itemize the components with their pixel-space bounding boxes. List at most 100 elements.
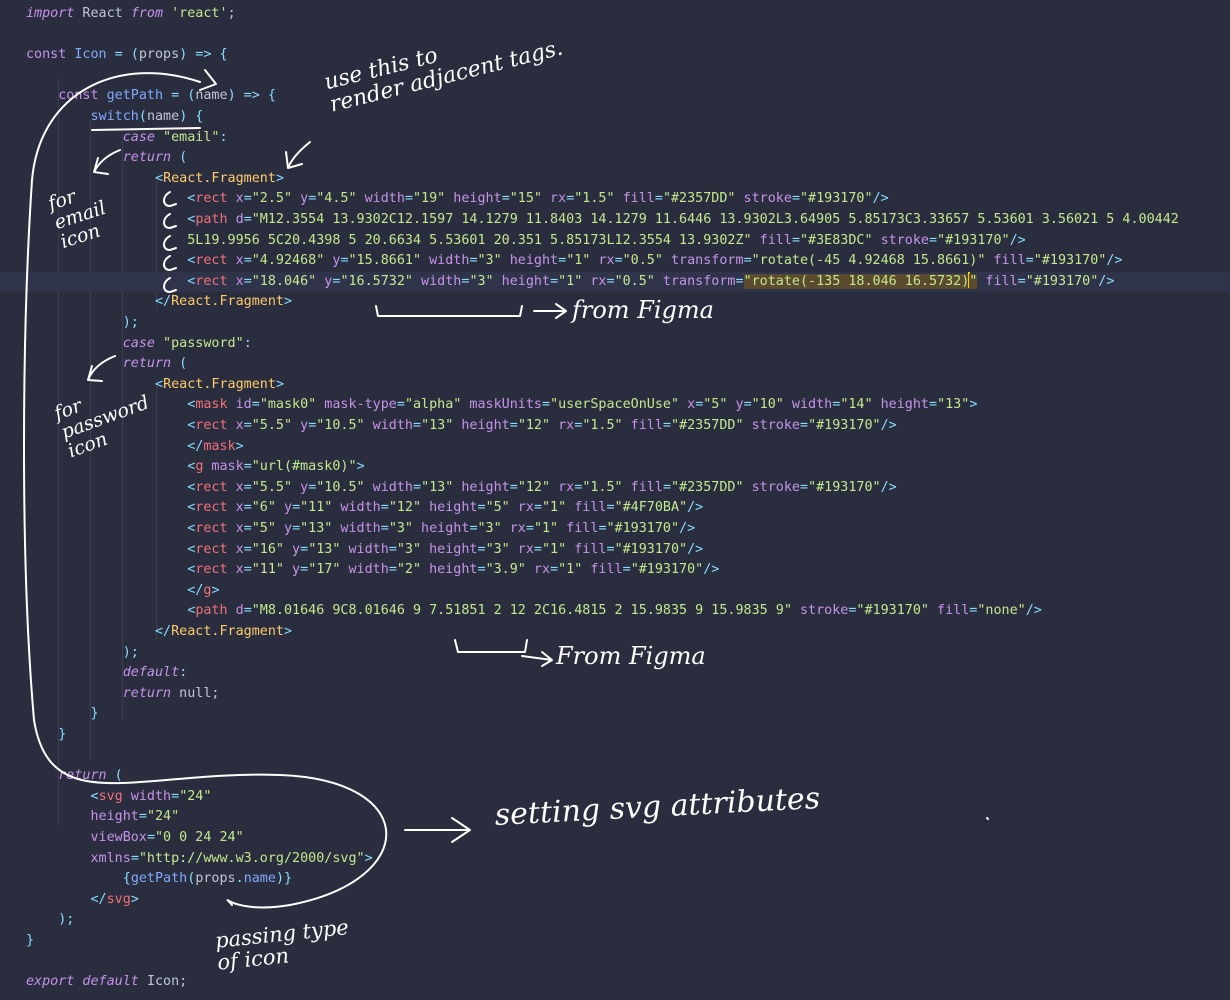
code-token: = xyxy=(340,253,349,269)
code-line[interactable]: <g mask="url(#mask0)"> xyxy=(0,457,1230,478)
code-token: ); xyxy=(58,912,75,928)
code-token: height xyxy=(453,479,510,495)
code-token: x xyxy=(227,541,244,557)
code-token: > xyxy=(284,624,293,639)
code-line[interactable]: <mask id="mask0" mask-type="alpha" maskU… xyxy=(0,395,1230,416)
code-line[interactable]: } xyxy=(0,931,1230,952)
code-line[interactable]: export default Icon; xyxy=(0,972,1230,993)
code-token: = xyxy=(614,253,623,269)
code-token: switch xyxy=(90,109,139,124)
code-token: ) xyxy=(227,88,236,104)
code-token: d xyxy=(227,212,244,227)
code-line[interactable]: import React from 'react'; xyxy=(0,4,1230,25)
code-line[interactable]: <rect x="11" y="17" width="2" height="3.… xyxy=(0,560,1230,581)
code-token: = xyxy=(171,788,180,804)
code-token: "1" xyxy=(542,500,567,516)
code-line[interactable]: <rect x="6" y="11" width="12" height="5"… xyxy=(0,498,1230,519)
code-token: "email" xyxy=(155,129,220,145)
code-line[interactable]: const getPath = (name) => { xyxy=(0,86,1230,107)
code-token: width xyxy=(413,273,462,289)
code-line[interactable]: {getPath(props.name)} xyxy=(0,869,1230,890)
code-token: </ xyxy=(155,624,172,639)
code-token: </ xyxy=(155,294,172,310)
code-token: : xyxy=(179,665,188,681)
code-token: x xyxy=(227,418,244,433)
code-token: = xyxy=(743,253,752,269)
code-token: "#193170" xyxy=(614,541,688,557)
code-token: rect xyxy=(195,191,228,207)
code-token: y xyxy=(324,253,341,269)
code-token: "3" xyxy=(388,521,413,536)
code-token: rect xyxy=(195,541,228,557)
code-token: return xyxy=(122,150,172,166)
code-line[interactable]: <path d="M8.01646 9C8.01646 9 7.51851 2 … xyxy=(0,601,1230,622)
code-line[interactable] xyxy=(0,25,1230,46)
code-line[interactable]: return ( xyxy=(0,148,1230,169)
code-token: name xyxy=(195,88,228,104)
code-line[interactable]: return ( xyxy=(0,354,1230,375)
code-token: ); xyxy=(122,315,139,330)
code-line[interactable]: return null; xyxy=(0,684,1230,705)
code-token: > xyxy=(284,294,293,310)
code-line[interactable]: return ( xyxy=(0,766,1230,787)
code-line[interactable]: <rect x="5" y="13" width="3" height="3" … xyxy=(0,519,1230,540)
code-token: height xyxy=(445,191,502,207)
code-line[interactable]: <React.Fragment> xyxy=(0,169,1230,190)
code-line[interactable]: </g> xyxy=(0,581,1230,602)
code-token: = xyxy=(163,88,188,104)
code-token: fill xyxy=(977,273,1018,289)
code-token: = xyxy=(469,253,478,269)
code-token: "1.5" xyxy=(582,418,623,433)
code-token: "19" xyxy=(413,191,446,207)
code-line[interactable]: viewBox="0 0 24 24" xyxy=(0,828,1230,849)
code-token: = xyxy=(469,521,478,536)
code-token: width xyxy=(783,397,833,413)
code-token: "1.5" xyxy=(574,191,615,207)
code-line[interactable]: </React.Fragment> xyxy=(0,622,1230,643)
code-line[interactable]: <rect x="4.92468" y="15.8661" width="3" … xyxy=(0,251,1230,272)
code-token: = xyxy=(928,232,938,248)
code-token: Icon xyxy=(74,47,107,63)
code-line[interactable]: 5L19.9956 5C20.4398 5 20.6634 5.53601 20… xyxy=(0,231,1230,252)
code-token: height xyxy=(90,809,139,825)
code-line[interactable]: case "password": xyxy=(0,334,1230,355)
code-line[interactable]: <rect x="18.046" y="16.5732" width="3" h… xyxy=(0,271,1230,293)
code-line[interactable]: </svg> xyxy=(0,890,1230,911)
code-line[interactable]: <rect x="5.5" y="10.5" width="13" height… xyxy=(0,416,1230,437)
code-token: y xyxy=(292,479,309,495)
code-token: y xyxy=(292,191,309,207)
code-line[interactable] xyxy=(0,952,1230,973)
code-token: /> xyxy=(1106,253,1123,269)
code-line[interactable]: </mask> xyxy=(0,437,1230,458)
code-token: = xyxy=(743,397,752,413)
code-token: x xyxy=(227,479,244,495)
code-line[interactable]: <React.Fragment> xyxy=(0,375,1230,396)
code-line[interactable]: ); xyxy=(0,910,1230,931)
code-line[interactable]: } xyxy=(0,725,1230,746)
code-line[interactable]: <rect x="2.5" y="4.5" width="19" height=… xyxy=(0,189,1230,210)
code-line[interactable]: <rect x="16" y="13" width="3" height="3"… xyxy=(0,540,1230,561)
code-token: ( xyxy=(106,768,123,784)
code-line[interactable]: xmlns="http://www.w3.org/2000/svg"> xyxy=(0,849,1230,870)
code-token: y xyxy=(275,500,293,516)
code-editor[interactable]: import React from 'react'; const Icon = (… xyxy=(0,0,1230,1000)
code-line[interactable] xyxy=(0,746,1230,767)
code-token: > xyxy=(130,891,139,907)
code-token: width xyxy=(332,500,381,516)
code-line[interactable]: } xyxy=(0,704,1230,725)
code-token: > xyxy=(211,582,220,598)
code-line[interactable]: <path d="M12.3554 13.9302C12.1597 14.127… xyxy=(0,210,1230,231)
code-line[interactable]: <rect x="5.5" y="10.5" width="13" height… xyxy=(0,478,1230,499)
code-line[interactable]: case "email": xyxy=(0,128,1230,149)
code-line[interactable]: const Icon = (props) => { xyxy=(0,45,1230,66)
code-line[interactable]: switch(name) { xyxy=(0,107,1230,128)
code-line[interactable] xyxy=(0,66,1230,87)
code-token: width xyxy=(356,191,405,207)
code-token: case xyxy=(122,335,155,351)
code-token: = xyxy=(662,418,671,433)
code-token: mask xyxy=(195,397,228,413)
